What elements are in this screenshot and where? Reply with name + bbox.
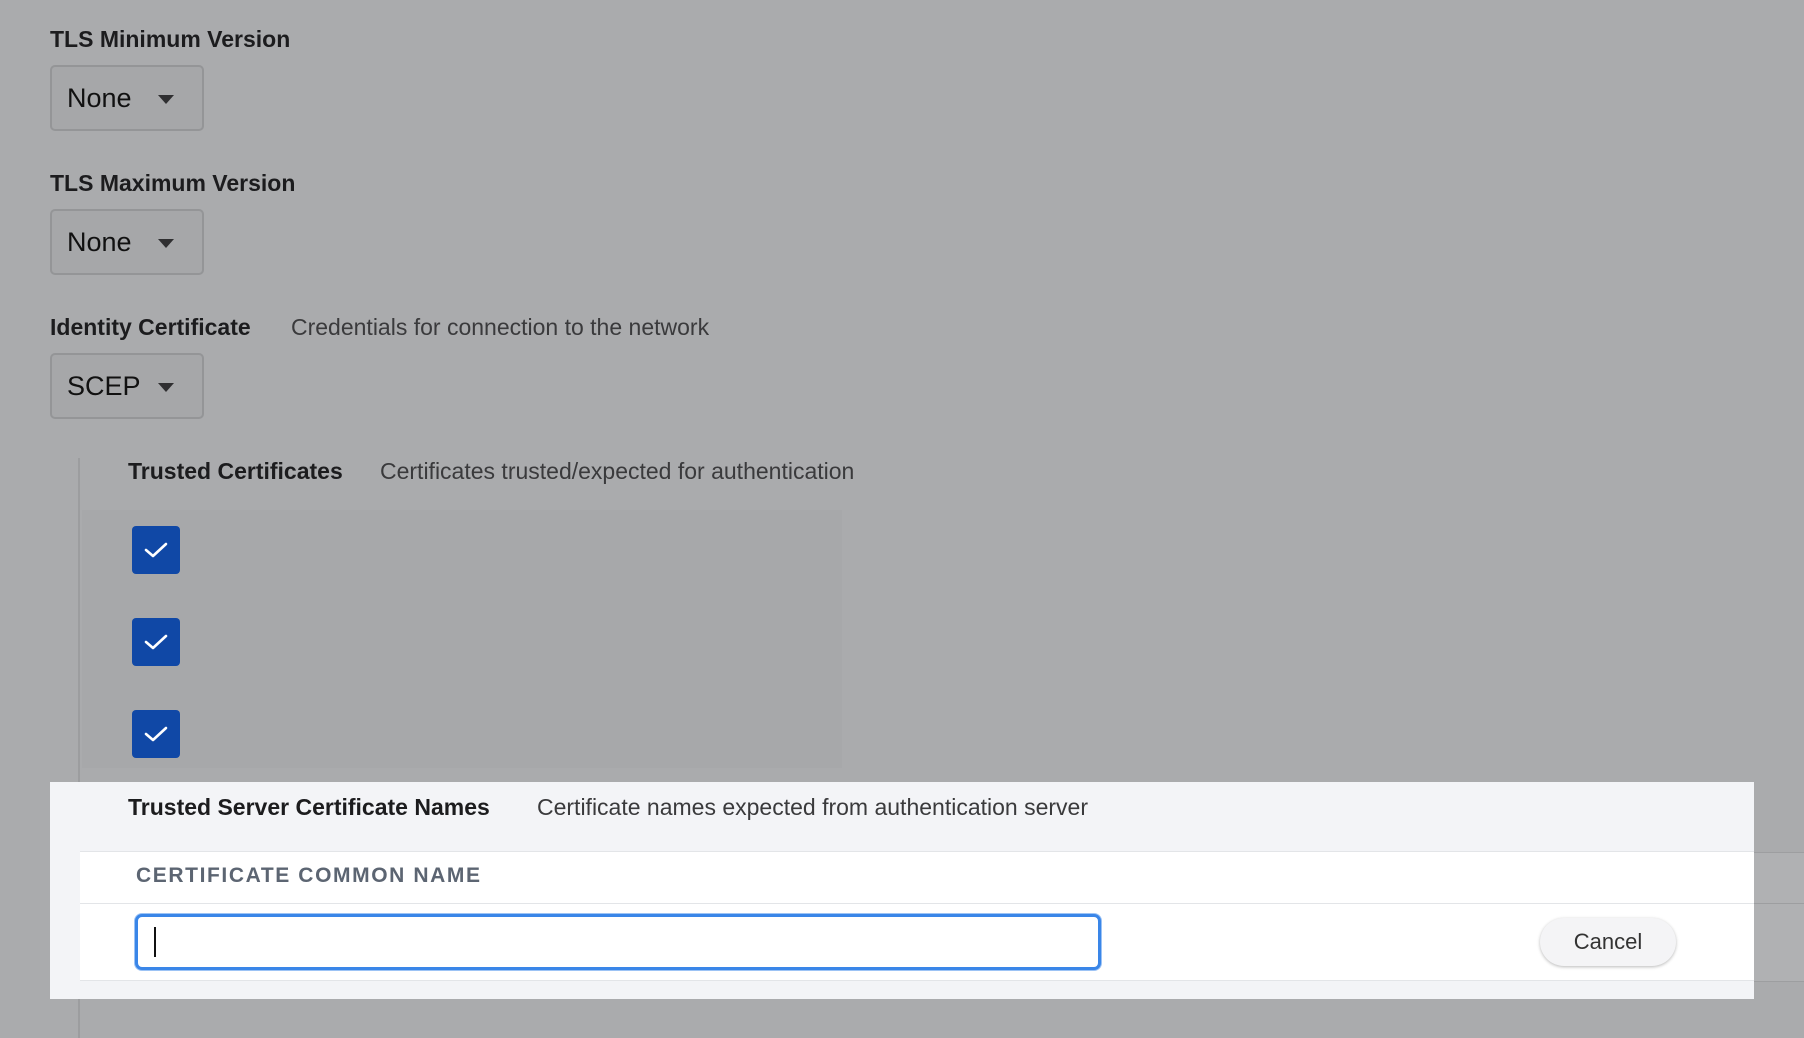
identity-certificate-label: Identity Certificate xyxy=(50,314,251,340)
trusted-certificate-checkbox-2[interactable] xyxy=(132,618,180,666)
checkmark-icon xyxy=(144,542,168,558)
identity-certificate-value: SCEP xyxy=(67,370,141,401)
divider xyxy=(80,980,1754,981)
checkmark-icon xyxy=(144,634,168,650)
chevron-down-icon xyxy=(158,383,174,392)
divider xyxy=(80,851,1754,852)
tls-min-select[interactable]: None xyxy=(50,65,204,131)
trusted-certificates-label: Trusted Certificates xyxy=(128,458,343,484)
text-cursor xyxy=(154,927,156,957)
trusted-certificate-checkbox-1[interactable] xyxy=(132,526,180,574)
identity-certificate-select[interactable]: SCEP xyxy=(50,353,204,419)
certificate-common-name-input[interactable] xyxy=(135,914,1101,970)
cancel-button[interactable]: Cancel xyxy=(1540,918,1676,966)
tls-max-label: TLS Maximum Version xyxy=(50,170,296,196)
trusted-certificates-description: Certificates trusted/expected for authen… xyxy=(380,458,855,484)
trusted-server-names-description: Certificate names expected from authenti… xyxy=(537,794,1088,820)
chevron-down-icon xyxy=(158,95,174,104)
chevron-down-icon xyxy=(158,239,174,248)
table-overflow-edge xyxy=(1754,852,1804,982)
trusted-certificate-checkbox-3[interactable] xyxy=(132,710,180,758)
tls-max-select[interactable]: None xyxy=(50,209,204,275)
tls-min-label: TLS Minimum Version xyxy=(50,26,291,52)
trusted-server-names-label: Trusted Server Certificate Names xyxy=(128,794,490,820)
divider xyxy=(1754,903,1804,904)
certificate-common-name-header: CERTIFICATE COMMON NAME xyxy=(136,864,482,887)
divider xyxy=(1754,852,1804,853)
identity-certificate-description: Credentials for connection to the networ… xyxy=(291,314,710,340)
tls-max-value: None xyxy=(67,226,132,257)
trusted-certificates-list xyxy=(82,510,842,768)
divider xyxy=(1754,981,1804,982)
tls-min-value: None xyxy=(67,82,132,113)
checkmark-icon xyxy=(144,726,168,742)
divider xyxy=(80,903,1754,904)
